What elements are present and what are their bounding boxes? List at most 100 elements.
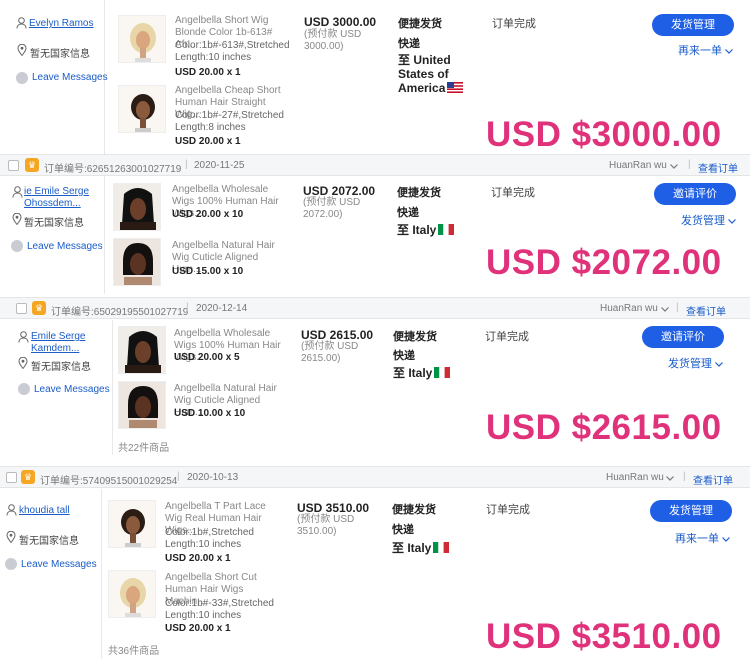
order-header: ♛ 订单编号:65029195501027719 | 2020-12-14 Hu… [0, 297, 750, 319]
chevron-down-icon [728, 219, 736, 224]
invite-review-button[interactable]: 邀请评价 [642, 326, 724, 348]
shipping-management-link[interactable]: 发货管理 [668, 355, 723, 371]
product-price: USD 20.00 x 1 [175, 136, 241, 147]
prepay-amount: (预付款 USD 3510.00) [297, 514, 355, 537]
crown-icon: ♛ [32, 301, 46, 315]
italy-flag-icon [433, 542, 450, 553]
product-price: USD 20.00 x 5 [174, 352, 240, 363]
seller-name[interactable]: HuanRan wu [600, 303, 658, 314]
destination: 至 United States of America [398, 53, 466, 95]
order-header: ♛ 订单编号:62651263001027719 | 2020-11-25 Hu… [0, 154, 750, 176]
location-pin-icon [18, 357, 28, 369]
shipping-method: 便捷发货 [392, 504, 436, 516]
person-icon [6, 504, 17, 516]
order-status: 订单完成 [492, 18, 536, 30]
seller-name[interactable]: HuanRan wu [609, 160, 667, 171]
product-price: USD 20.00 x 10 [172, 209, 244, 220]
product-thumbnail[interactable] [118, 326, 166, 374]
shipping-management-link[interactable]: 发货管理 [681, 212, 736, 228]
crown-icon: ♛ [25, 158, 39, 172]
buyer-name[interactable]: Emile Serge Kamdem... [31, 331, 91, 355]
order-number[interactable]: 订单编号:57409515001029254 [40, 472, 177, 487]
separator: | [185, 159, 188, 170]
destination: 至 Italy [397, 223, 455, 237]
message-icon [5, 558, 17, 570]
separator: | [177, 471, 180, 482]
product-thumbnail[interactable] [118, 15, 166, 63]
order-checkbox[interactable] [6, 472, 17, 483]
reorder-link-label: 再来一单 [675, 533, 719, 545]
buyer-name[interactable]: Evelyn Ramos [29, 18, 93, 29]
product-price: USD 10.00 x 10 [174, 408, 246, 419]
separator: | [676, 302, 679, 313]
order-checkbox[interactable] [16, 303, 27, 314]
crown-icon: ♛ [21, 470, 35, 484]
message-icon [11, 240, 23, 252]
location-pin-icon [12, 213, 22, 225]
seller-name[interactable]: HuanRan wu [606, 472, 664, 483]
express-label: 快递 [393, 350, 415, 362]
leave-messages-link[interactable]: Leave Messages [32, 72, 108, 83]
prepay-amount: (预付款 USD 2615.00) [301, 341, 359, 364]
shipping-management-label: 发货管理 [668, 358, 712, 370]
destination-text: 至 United States of America [398, 53, 451, 95]
italy-flag-icon [434, 367, 451, 378]
prepay-amount: (预付款 USD 3000.00) [304, 29, 362, 52]
order-date: 2020-11-25 [194, 160, 245, 171]
separator: | [683, 471, 686, 482]
express-label: 快递 [392, 524, 414, 536]
location-pin-icon [17, 44, 27, 56]
prepay-amount: (预付款 USD 2072.00) [303, 197, 361, 220]
order-amount: USD 2072.00 [303, 184, 376, 198]
invite-review-button[interactable]: 邀请评价 [654, 183, 736, 205]
product-attributes: Color:1b#-613#,Stretched Length:10 inche… [175, 40, 290, 63]
order-checkbox[interactable] [8, 160, 19, 171]
shipping-management-button[interactable]: 发货管理 [650, 500, 732, 522]
amount-overlay: USD $3000.00 [486, 115, 722, 154]
destination-text: 至 Italy [392, 541, 432, 555]
chevron-down-icon [722, 537, 730, 542]
order-number[interactable]: 订单编号:65029195501027719 [51, 303, 188, 318]
leave-messages-link[interactable]: Leave Messages [34, 384, 110, 395]
order-number[interactable]: 订单编号:62651263001027719 [44, 160, 181, 175]
view-order-link[interactable]: 查看订单 [698, 160, 738, 175]
product-thumbnail[interactable] [118, 381, 166, 429]
product-thumbnail[interactable] [108, 570, 156, 618]
view-order-link[interactable]: 查看订单 [693, 472, 733, 487]
person-icon [18, 331, 29, 343]
view-order-link[interactable]: 查看订单 [686, 303, 726, 318]
reorder-link[interactable]: 再来一单 [675, 530, 730, 546]
divider [101, 489, 102, 659]
product-thumbnail[interactable] [113, 238, 161, 286]
product-thumbnail[interactable] [118, 85, 166, 133]
order-status: 订单完成 [491, 187, 535, 199]
shipping-management-label: 发货管理 [681, 215, 725, 227]
order-date: 2020-12-14 [196, 303, 248, 314]
buyer-name[interactable]: ie Emile Serge Ohossdem... [24, 186, 94, 210]
amount-overlay: USD $2072.00 [486, 243, 722, 282]
reorder-link[interactable]: 再来一单 [678, 42, 733, 58]
buyer-country: 暂无国家信息 [31, 362, 91, 373]
product-thumbnail[interactable] [108, 500, 156, 548]
reorder-link-label: 再来一单 [678, 45, 722, 57]
buyer-name[interactable]: khoudia tall [19, 505, 70, 516]
destination-text: 至 Italy [397, 223, 437, 237]
product-price: USD 20.00 x 1 [175, 67, 241, 78]
us-flag-icon [447, 82, 464, 93]
order-amount: USD 3000.00 [304, 15, 377, 29]
express-label: 快递 [398, 38, 420, 50]
leave-messages-link[interactable]: Leave Messages [21, 559, 97, 570]
destination: 至 Italy [392, 541, 450, 555]
order-amount: USD 3510.00 [297, 501, 370, 515]
chevron-down-icon [715, 362, 723, 367]
chevron-down-icon [661, 307, 669, 312]
shipping-management-button[interactable]: 发货管理 [652, 14, 734, 36]
product-thumbnail[interactable] [113, 183, 161, 231]
person-icon [12, 186, 23, 198]
leave-messages-link[interactable]: Leave Messages [27, 241, 103, 252]
chevron-down-icon [670, 164, 678, 169]
buyer-country: 暂无国家信息 [30, 49, 90, 60]
divider [104, 176, 105, 294]
buyer-country: 暂无国家信息 [24, 218, 84, 229]
destination-text: 至 Italy [393, 366, 433, 380]
